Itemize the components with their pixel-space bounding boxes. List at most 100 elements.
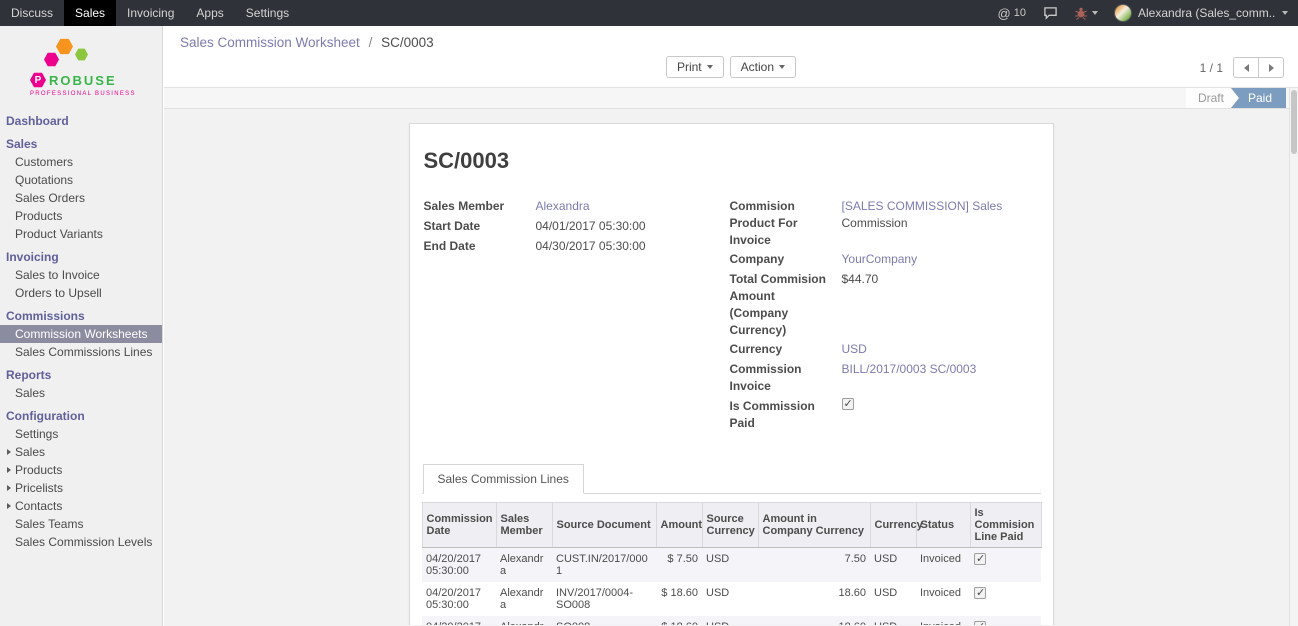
cell-line-paid: [970, 616, 1041, 625]
sidebar-item-settings[interactable]: Settings: [0, 425, 162, 443]
nav-sales[interactable]: Sales: [64, 0, 116, 26]
cell-status: Invoiced: [916, 548, 970, 583]
cell-sales-member: Alexandra: [496, 548, 552, 583]
sidebar-item-label: Sales Teams: [15, 517, 83, 531]
field-commission-product: Commision Product For Invoice [SALES COM…: [730, 198, 1041, 248]
sidebar-item-sales-to-invoice[interactable]: Sales to Invoice: [0, 266, 162, 284]
status-paid[interactable]: Paid: [1231, 88, 1286, 108]
field-label: Sales Member: [424, 198, 536, 215]
nav-apps[interactable]: Apps: [185, 0, 234, 26]
sidebar-heading-configuration[interactable]: Configuration: [0, 407, 162, 425]
start-date-value: 04/01/2017 05:30:00: [536, 218, 646, 235]
sidebar-heading-dashboard[interactable]: Dashboard: [0, 112, 162, 130]
sidebar-item-orders-to-upsell[interactable]: Orders to Upsell: [0, 284, 162, 302]
nav-discuss[interactable]: Discuss: [0, 0, 64, 26]
sidebar-item-label: Product Variants: [15, 227, 103, 241]
logo-initial: P: [30, 72, 46, 88]
line-paid-checkbox[interactable]: [974, 587, 986, 599]
col-source-currency: Source Currency: [702, 503, 758, 548]
sidebar-item-commission-worksheets[interactable]: Commission Worksheets: [0, 325, 162, 343]
table-row[interactable]: 04/20/2017 05:30:00 Alexandra INV/2017/0…: [422, 582, 1041, 616]
pager-next-button[interactable]: [1258, 57, 1284, 78]
line-paid-checkbox[interactable]: [974, 621, 986, 625]
is-commission-paid-checkbox[interactable]: [842, 398, 854, 410]
commission-invoice-link[interactable]: BILL/2017/0003 SC/0003: [842, 361, 977, 395]
main-area: Sales Commission Worksheet / SC/0003 Pri…: [164, 26, 1298, 626]
vertical-scrollbar: [1289, 88, 1298, 626]
activities-menu[interactable]: @ 10: [989, 6, 1035, 21]
expand-icon: [7, 449, 11, 455]
cell-source-document: SO008: [552, 616, 656, 625]
col-source-document: Source Document: [552, 503, 656, 548]
activity-count-badge: 10: [1014, 7, 1026, 19]
cell-sales-member: Alexandra: [496, 616, 552, 625]
nav-invoicing[interactable]: Invoicing: [116, 0, 185, 26]
end-date-value: 04/30/2017 05:30:00: [536, 238, 646, 255]
pager-previous-button[interactable]: [1233, 57, 1259, 78]
debug-menu[interactable]: [1066, 0, 1106, 26]
sidebar-item-label: Products: [15, 209, 62, 223]
scrollbar-thumb[interactable]: [1291, 90, 1297, 154]
cell-amount-company: 18.60: [758, 616, 870, 625]
sidebar-item-label: Sales Orders: [15, 191, 85, 205]
sidebar-heading-invoicing[interactable]: Invoicing: [0, 248, 162, 266]
breadcrumb-parent[interactable]: Sales Commission Worksheet: [180, 35, 360, 50]
logo-name: P ROBUSE: [30, 72, 162, 88]
status-draft[interactable]: Draft: [1186, 88, 1239, 108]
sidebar-item-label: Commission Worksheets: [15, 327, 147, 341]
currency-link[interactable]: USD: [842, 341, 867, 358]
field-total-commission-amount: Total Commision Amount (Company Currency…: [730, 271, 1041, 338]
messages-menu[interactable]: [1035, 0, 1066, 26]
record-title: SC/0003: [424, 148, 1041, 174]
sidebar-item-sales-orders[interactable]: Sales Orders: [0, 189, 162, 207]
sidebar-item-label: Contacts: [15, 499, 62, 513]
sales-member-link[interactable]: Alexandra: [536, 198, 590, 215]
sidebar-item-contacts[interactable]: Contacts: [0, 497, 162, 515]
sidebar: P ROBUSE PROFESSIONAL BUSINESS Dashboard…: [0, 26, 163, 626]
hexagon-icon: [44, 52, 59, 67]
sidebar-item-label: Orders to Upsell: [15, 286, 102, 300]
field-label: End Date: [424, 238, 536, 255]
cell-line-paid: [970, 548, 1041, 583]
sidebar-item-customers[interactable]: Customers: [0, 153, 162, 171]
line-paid-checkbox[interactable]: [974, 553, 986, 565]
table-row[interactable]: 04/20/2017 10:35:53 Alexandra SO008 $ 18…: [422, 616, 1041, 625]
sidebar-item-quotations[interactable]: Quotations: [0, 171, 162, 189]
nav-settings[interactable]: Settings: [235, 0, 300, 26]
user-menu[interactable]: Alexandra (Sales_comm...: [1106, 0, 1298, 26]
sidebar-item-sales-commissions-lines[interactable]: Sales Commissions Lines: [0, 343, 162, 361]
sidebar-item-label: Settings: [15, 427, 58, 441]
company-link[interactable]: YourCompany: [842, 251, 918, 268]
sidebar-item-pricelists[interactable]: Pricelists: [0, 479, 162, 497]
sidebar-heading-commissions[interactable]: Commissions: [0, 307, 162, 325]
sidebar-item-sales-teams[interactable]: Sales Teams: [0, 515, 162, 533]
cp-buttons: Print Action: [164, 56, 1298, 78]
print-button[interactable]: Print: [666, 56, 724, 78]
sidebar-item-config-sales[interactable]: Sales: [0, 443, 162, 461]
sidebar-item-product-variants[interactable]: Product Variants: [0, 225, 162, 243]
sidebar-item-config-products[interactable]: Products: [0, 461, 162, 479]
action-button[interactable]: Action: [730, 56, 796, 78]
cell-amount-company: 18.60: [758, 582, 870, 616]
field-label: Commision Product For Invoice: [730, 198, 842, 248]
breadcrumb-separator: /: [369, 35, 373, 50]
sidebar-heading-reports[interactable]: Reports: [0, 366, 162, 384]
chevron-down-icon: [1092, 11, 1098, 15]
left-field-group: Sales Member Alexandra Start Date 04/01/…: [424, 198, 716, 434]
sidebar-item-products[interactable]: Products: [0, 207, 162, 225]
commission-product-value: [SALES COMMISSION] Sales Commission: [842, 198, 1041, 248]
tab-sales-commission-lines[interactable]: Sales Commission Lines: [423, 464, 584, 494]
sidebar-item-label: Quotations: [15, 173, 73, 187]
sidebar-heading-sales[interactable]: Sales: [0, 135, 162, 153]
field-label: Currency: [730, 341, 842, 358]
cell-commission-date: 04/20/2017 05:30:00: [422, 548, 496, 583]
sidebar-item-sales-commission-levels[interactable]: Sales Commission Levels: [0, 533, 162, 551]
table-row[interactable]: 04/20/2017 05:30:00 Alexandra CUST.IN/20…: [422, 548, 1041, 583]
commission-product-link[interactable]: [SALES COMMISSION] Sales: [842, 199, 1003, 213]
cell-amount: $ 18.60: [656, 616, 702, 625]
breadcrumb-current: SC/0003: [381, 35, 434, 50]
debug-icon: [1074, 6, 1088, 20]
cell-source-currency: USD: [702, 616, 758, 625]
sheet: SC/0003 Sales Member Alexandra Start Dat…: [409, 123, 1054, 625]
sidebar-item-reports-sales[interactable]: Sales: [0, 384, 162, 402]
